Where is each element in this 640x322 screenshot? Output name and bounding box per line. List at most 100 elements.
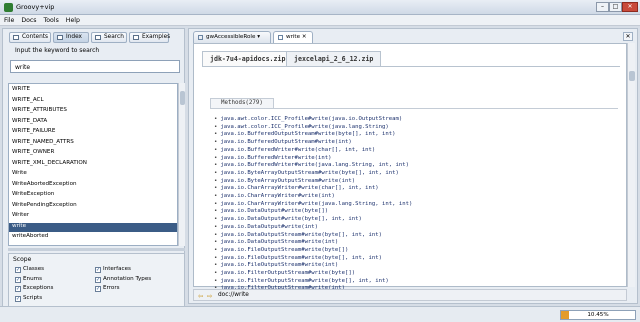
method-link[interactable]: java.io.ByteArrayOutputStream#write(int) bbox=[214, 178, 355, 184]
checkbox-icon[interactable]: ✓ bbox=[15, 286, 21, 292]
app-icon bbox=[4, 3, 13, 12]
methods-tab[interactable]: Methods(279) bbox=[210, 98, 274, 108]
title-bar: Groovy+vip – □ ✕ bbox=[0, 0, 640, 15]
method-link[interactable]: java.io.CharArrayWriter#write(char[], in… bbox=[214, 185, 378, 191]
menu-docs[interactable]: Docs bbox=[17, 15, 39, 24]
method-link[interactable]: java.io.BufferedWriter#write(java.lang.S… bbox=[214, 162, 409, 168]
jar-tab-jexcelapi[interactable]: jexcelapi_2_6_12.zip bbox=[286, 51, 382, 66]
method-link[interactable]: java.io.FileOutputStream#write(byte[]) bbox=[214, 247, 348, 253]
index-list-item[interactable]: WriteException bbox=[12, 191, 54, 197]
method-link[interactable]: java.io.BufferedWriter#write(int) bbox=[214, 155, 331, 161]
index-list-item[interactable]: writeAborted bbox=[12, 233, 48, 239]
forward-arrow-icon[interactable]: ⇨ bbox=[207, 292, 212, 300]
window-title: Groovy+vip bbox=[16, 3, 55, 11]
search-icon bbox=[95, 35, 101, 40]
scope-checkbox[interactable]: ✓ Scripts bbox=[15, 295, 42, 302]
splitter[interactable] bbox=[8, 248, 185, 251]
index-list-item[interactable]: WRITE_OWNER bbox=[12, 149, 54, 155]
doc-icon bbox=[278, 35, 283, 40]
tab-contents[interactable]: Contents bbox=[9, 32, 51, 43]
scope-checkbox[interactable]: ✓ Errors bbox=[95, 285, 120, 292]
method-link[interactable]: java.io.FilterOutputStream#write(byte[]) bbox=[214, 270, 355, 276]
scrollbar-thumb[interactable] bbox=[180, 91, 185, 105]
examples-icon bbox=[133, 35, 139, 40]
scope-checkbox[interactable]: ✓ Annotation Types bbox=[95, 276, 151, 283]
status-bar: 10.45% bbox=[0, 306, 640, 322]
divider bbox=[202, 66, 620, 67]
method-link[interactable]: java.io.DataOutputStream#write(byte[], i… bbox=[214, 232, 382, 238]
index-list-item[interactable]: WriteAbortedException bbox=[12, 181, 77, 187]
method-link[interactable]: java.io.CharArrayWriter#write(java.lang.… bbox=[214, 201, 412, 207]
index-list-item[interactable]: WRITE_DATA bbox=[12, 118, 47, 124]
scope-checkbox[interactable]: ✓ Classes bbox=[15, 266, 44, 273]
index-list-item[interactable]: WritePendingException bbox=[12, 202, 77, 208]
index-list[interactable]: WRITE WRITE_ACL WRITE_ATTRIBUTES WRITE_DATA… bbox=[8, 83, 178, 246]
method-link[interactable]: java.io.DataOutput#write(byte[], int, in… bbox=[214, 216, 361, 222]
index-list-item[interactable]: write bbox=[9, 222, 177, 232]
keyword-label: Input the keyword to search bbox=[15, 47, 100, 54]
tab-search[interactable]: Search bbox=[91, 32, 127, 43]
method-link[interactable]: java.io.DataOutput#write(int) bbox=[214, 224, 318, 230]
methods-list: java.awt.color.ICC_Profile#write(java.io… bbox=[214, 116, 604, 300]
left-panel: Contents Index Search Examples Input the… bbox=[2, 28, 185, 320]
method-link[interactable]: java.io.DataOutputStream#write(int) bbox=[214, 239, 338, 245]
doc-content: jdk-7u4-apidocs.zip jexcelapi_2_6_12.zip… bbox=[193, 43, 627, 299]
right-panel: gwAccessibleRole ▾ write ✕ ✕ jdk-7u4-api… bbox=[188, 28, 638, 304]
scope-checkbox[interactable]: ✓ Exceptions bbox=[15, 285, 53, 292]
book-icon bbox=[13, 35, 19, 40]
index-list-scrollbar[interactable] bbox=[178, 83, 185, 246]
scope-checkbox[interactable]: ✓ Enums bbox=[15, 276, 42, 283]
address-bar: ⇦ ⇨ doc://write bbox=[193, 289, 627, 301]
content-scrollbar[interactable] bbox=[627, 43, 635, 287]
scope-checkbox[interactable]: ✓ Interfaces bbox=[95, 266, 131, 273]
method-link[interactable]: java.awt.color.ICC_Profile#write(java.io… bbox=[214, 116, 402, 122]
method-link[interactable]: java.io.FileOutputStream#write(byte[], i… bbox=[214, 255, 382, 261]
progress-label: 10.45% bbox=[587, 312, 609, 318]
method-link[interactable]: java.io.BufferedWriter#write(char[], int… bbox=[214, 147, 375, 153]
keyword-input[interactable]: write bbox=[10, 60, 180, 73]
method-link[interactable]: java.io.CharArrayWriter#write(int) bbox=[214, 193, 335, 199]
checkbox-icon[interactable]: ✓ bbox=[95, 267, 101, 273]
checkbox-icon[interactable]: ✓ bbox=[95, 286, 101, 292]
menu-help[interactable]: Help bbox=[62, 15, 83, 24]
scrollbar-thumb[interactable] bbox=[629, 71, 635, 81]
checkbox-icon[interactable]: ✓ bbox=[15, 267, 21, 273]
checkbox-icon[interactable]: ✓ bbox=[15, 276, 21, 283]
method-link[interactable]: java.awt.color.ICC_Profile#write(java.la… bbox=[214, 124, 388, 130]
index-icon bbox=[57, 35, 63, 40]
tab-index[interactable]: Index bbox=[53, 32, 89, 43]
menu-tools[interactable]: Tools bbox=[40, 15, 62, 24]
menu-bar: File Docs Tools Help bbox=[0, 15, 640, 26]
doc-tab-write[interactable]: write ✕ bbox=[273, 31, 313, 43]
index-list-item[interactable]: WRITE_ATTRIBUTES bbox=[12, 107, 67, 113]
checkbox-icon[interactable]: ✓ bbox=[15, 295, 21, 302]
method-link[interactable]: java.io.DataOutput#write(byte[]) bbox=[214, 208, 328, 214]
method-link[interactable]: java.io.FilterOutputStream#write(byte[],… bbox=[214, 278, 388, 284]
doc-icon bbox=[198, 35, 203, 40]
index-list-item[interactable]: WRITE_XML_DECLARATION bbox=[12, 160, 87, 166]
method-link[interactable]: java.io.FileOutputStream#write(int) bbox=[214, 262, 338, 268]
index-list-item[interactable]: WRITE_FAILURE bbox=[12, 128, 55, 134]
minimize-button[interactable]: – bbox=[596, 2, 609, 12]
close-button[interactable]: ✕ bbox=[622, 2, 638, 12]
method-link[interactable]: java.io.BufferedOutputStream#write(byte[… bbox=[214, 131, 395, 137]
checkbox-icon[interactable]: ✓ bbox=[95, 276, 101, 283]
index-list-item[interactable]: WRITE_NAMED_ATTRS bbox=[12, 139, 74, 145]
progress-bar: 10.45% bbox=[560, 310, 636, 320]
method-link[interactable]: java.io.ByteArrayOutputStream#write(byte… bbox=[214, 170, 399, 176]
scope-title: Scope bbox=[13, 256, 32, 263]
maximize-button[interactable]: □ bbox=[609, 2, 622, 12]
address-text: doc://write bbox=[218, 292, 249, 298]
index-list-item[interactable]: Write bbox=[12, 170, 27, 176]
jar-tab-jdk[interactable]: jdk-7u4-apidocs.zip bbox=[202, 51, 294, 66]
tab-examples[interactable]: Examples bbox=[129, 32, 170, 43]
index-list-item[interactable]: Writer bbox=[12, 212, 29, 218]
close-all-tabs-button[interactable]: ✕ bbox=[623, 32, 633, 41]
back-arrow-icon[interactable]: ⇦ bbox=[198, 292, 203, 300]
doc-tab-accessible-role[interactable]: gwAccessibleRole ▾ bbox=[193, 31, 271, 43]
method-link[interactable]: java.io.BufferedOutputStream#write(int) bbox=[214, 139, 351, 145]
index-list-item[interactable]: WRITE bbox=[12, 86, 30, 92]
divider bbox=[210, 108, 618, 109]
menu-file[interactable]: File bbox=[0, 15, 17, 24]
index-list-item[interactable]: WRITE_ACL bbox=[12, 97, 44, 103]
